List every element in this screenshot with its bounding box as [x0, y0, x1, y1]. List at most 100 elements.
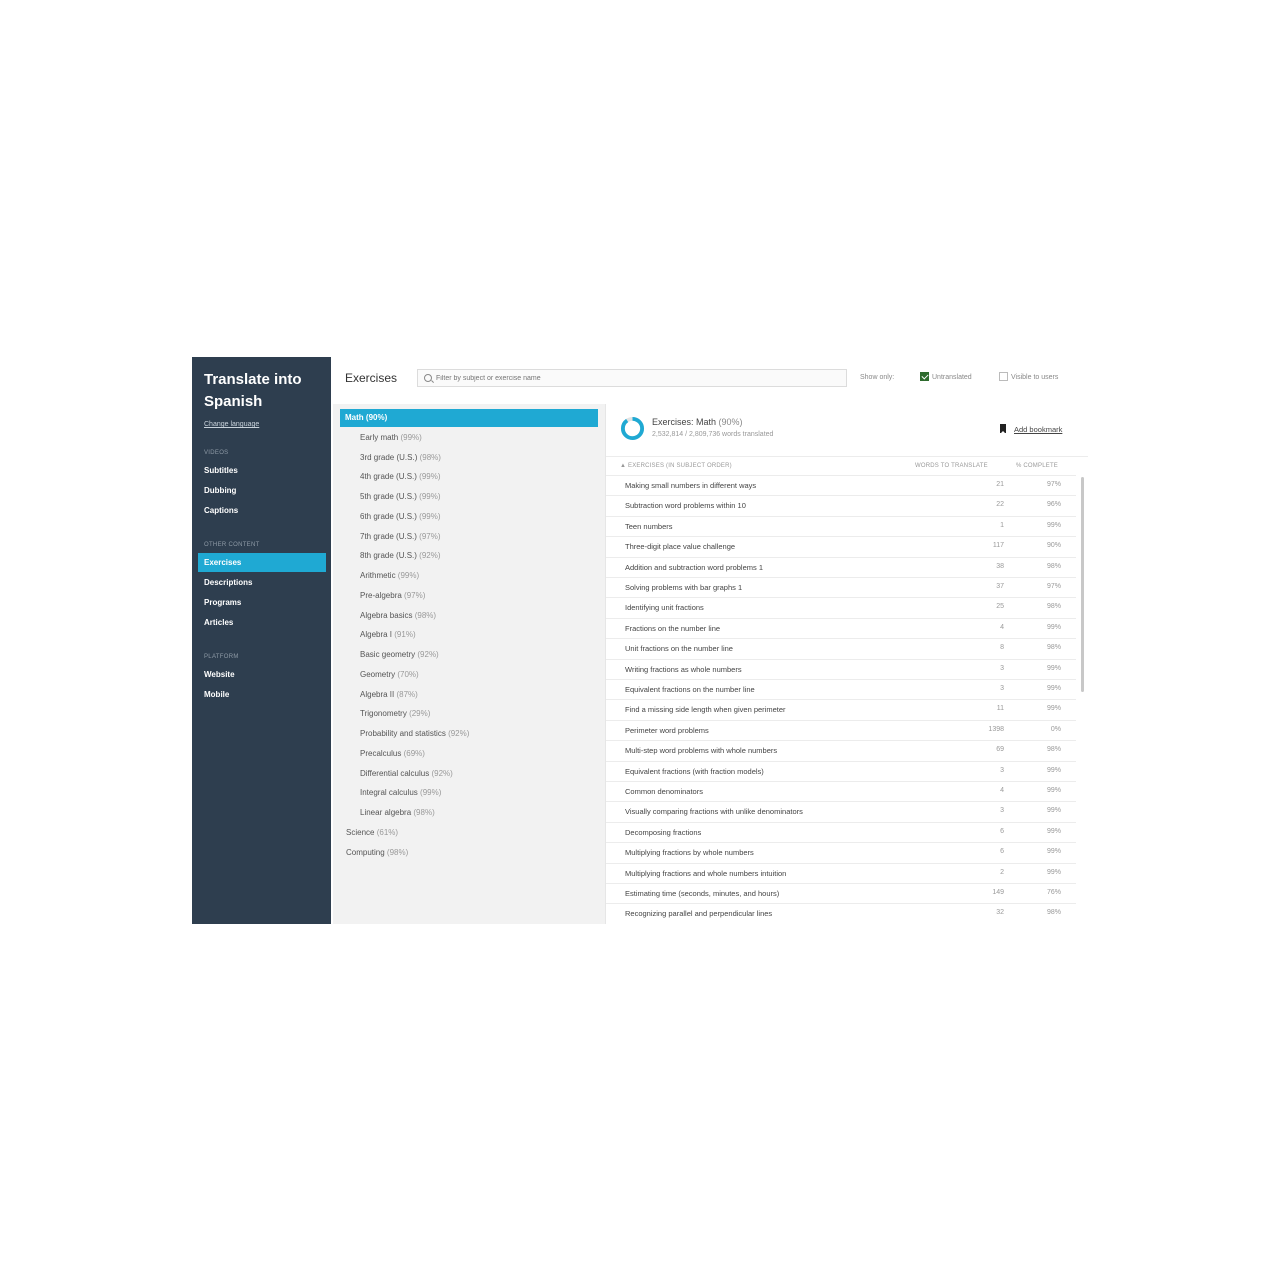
- table-row[interactable]: Teen numbers 1 99%: [606, 515, 1076, 536]
- table-row[interactable]: Estimating time (seconds, minutes, and h…: [606, 883, 1076, 903]
- col-header-words[interactable]: WORDS TO TRANSLATE: [915, 463, 988, 469]
- table-row[interactable]: Common denominators 4 99%: [606, 781, 1076, 801]
- percent-complete: 0%: [1050, 725, 1061, 733]
- table-row[interactable]: Equivalent fractions on the number line 3…: [606, 679, 1076, 699]
- bookmark-icon[interactable]: [1000, 424, 1006, 434]
- subject-pct: (87%): [396, 689, 418, 699]
- table-row[interactable]: Equivalent fractions (with fraction mode…: [606, 760, 1076, 781]
- table-row[interactable]: Multiplying fractions and whole numbers …: [606, 862, 1076, 883]
- table-row[interactable]: Solving problems with bar graphs 1 37 97%: [606, 577, 1076, 597]
- percent-complete: 99%: [1046, 848, 1061, 856]
- page-title: Exercises: [345, 371, 398, 385]
- subject-item[interactable]: 3rd grade (U.S.) (98%): [360, 451, 441, 465]
- visible-to-users-label[interactable]: Visible to users: [1011, 374, 1058, 381]
- subject-pct: (92%): [419, 551, 441, 561]
- subject-name: Probability and statistics: [360, 729, 446, 738]
- words-to-translate: 6: [1000, 827, 1004, 835]
- sidebar-item-subtitles[interactable]: Subtitles: [198, 461, 326, 480]
- percent-complete: 96%: [1046, 501, 1061, 509]
- percent-complete: 99%: [1046, 766, 1061, 774]
- exercise-name: Perimeter word problems: [625, 725, 709, 735]
- words-to-translate: 4: [1000, 623, 1004, 631]
- subject-item[interactable]: Computing (98%): [346, 846, 408, 860]
- sidebar-item-descriptions[interactable]: Descriptions: [198, 573, 326, 592]
- table-row[interactable]: Making small numbers in different ways 21…: [606, 475, 1076, 495]
- table-row[interactable]: Multiplying fractions by whole numbers 6 9…: [606, 842, 1076, 862]
- words-to-translate: 11: [996, 705, 1004, 713]
- change-language-link[interactable]: Change language: [204, 421, 259, 428]
- subject-item[interactable]: Algebra I (91%): [360, 628, 416, 642]
- words-to-translate: 38: [996, 562, 1004, 570]
- table-row[interactable]: Recognizing parallel and perpendicular l…: [606, 903, 1076, 923]
- subject-item[interactable]: Precalculus (69%): [360, 747, 425, 761]
- subject-name: Early math: [360, 432, 399, 442]
- table-row[interactable]: Perimeter word problems 1398 0%: [606, 719, 1076, 740]
- subject-item[interactable]: Math (90%): [340, 409, 598, 427]
- search-input[interactable]: [436, 370, 836, 386]
- words-to-translate: 3: [1000, 807, 1004, 815]
- sidebar-item-programs[interactable]: Programs: [198, 593, 326, 612]
- table-row[interactable]: Addition and subtraction word problems 1…: [606, 556, 1076, 577]
- scrollbar[interactable]: [1081, 477, 1084, 692]
- subject-item[interactable]: Pre-algebra (97%): [360, 589, 425, 603]
- sidebar-item-dubbing[interactable]: Dubbing: [198, 481, 326, 500]
- subject-item[interactable]: 8th grade (U.S.) (92%): [360, 549, 441, 563]
- sidebar-item-articles[interactable]: Articles: [198, 613, 326, 632]
- sidebar-item-exercises[interactable]: Exercises: [198, 553, 326, 572]
- sidebar-item-website[interactable]: Website: [198, 665, 326, 684]
- subject-item[interactable]: Science (61%): [346, 826, 398, 840]
- table-row[interactable]: Multi-step word problems with whole numb…: [606, 740, 1076, 760]
- words-to-translate: 3: [1000, 664, 1004, 672]
- subject-pct: (97%): [404, 590, 426, 600]
- subject-item[interactable]: Early math (99%): [360, 431, 422, 445]
- exercise-name: Teen numbers: [625, 521, 673, 531]
- table-row[interactable]: Writing fractions as whole numbers 3 99%: [606, 658, 1076, 679]
- table-row[interactable]: Visually comparing fractions with unlike…: [606, 801, 1076, 821]
- sidebar-item-mobile[interactable]: Mobile: [198, 685, 326, 704]
- subject-item[interactable]: 5th grade (U.S.) (99%): [360, 490, 441, 504]
- subject-item[interactable]: Trigonometry (29%): [360, 707, 430, 721]
- subject-item[interactable]: Algebra basics (98%): [360, 609, 436, 623]
- subject-pct: (91%): [394, 630, 416, 640]
- percent-complete: 99%: [1046, 705, 1061, 713]
- words-to-translate: 21: [996, 481, 1004, 488]
- words-to-translate: 37: [996, 583, 1004, 590]
- exercise-name: Find a missing side length when given pe…: [625, 705, 786, 715]
- visible-to-users-checkbox[interactable]: [999, 372, 1008, 381]
- subject-item[interactable]: 4th grade (U.S.) (99%): [360, 470, 441, 484]
- search-box[interactable]: [417, 369, 847, 387]
- percent-complete: 76%: [1046, 889, 1061, 896]
- table-row[interactable]: Find a missing side length when given pe…: [606, 699, 1076, 719]
- subject-item[interactable]: Probability and statistics (92%): [360, 727, 469, 741]
- sidebar-item-captions[interactable]: Captions: [198, 501, 326, 520]
- table-row[interactable]: Unit fractions on the number line 8 98%: [606, 638, 1076, 658]
- subject-item[interactable]: Arithmetic (99%): [360, 569, 419, 583]
- exercise-name: Visually comparing fractions with unlike…: [625, 807, 803, 817]
- subject-item[interactable]: 7th grade (U.S.) (97%): [360, 530, 441, 544]
- subject-item[interactable]: Algebra II (87%): [360, 688, 418, 702]
- col-header-exercises[interactable]: ▲ EXERCISES (IN SUBJECT ORDER): [620, 463, 732, 469]
- words-to-translate: 4: [1000, 787, 1004, 794]
- subject-item[interactable]: Linear algebra (98%): [360, 806, 435, 820]
- words-to-translate: 117: [992, 542, 1004, 550]
- table-row[interactable]: Identifying unit fractions 25 98%: [606, 597, 1076, 617]
- subject-item[interactable]: 6th grade (U.S.) (99%): [360, 510, 441, 524]
- exercise-name: Addition and subtraction word problems 1: [625, 562, 763, 572]
- subject-item[interactable]: Geometry (70%): [360, 668, 419, 682]
- subject-name: 3rd grade (U.S.): [360, 452, 418, 462]
- add-bookmark-link[interactable]: Add bookmark: [1014, 425, 1062, 434]
- subject-item[interactable]: Differential calculus (92%): [360, 767, 453, 781]
- col-header-complete[interactable]: % COMPLETE: [1016, 463, 1058, 469]
- subject-item[interactable]: Integral calculus (99%): [360, 786, 441, 800]
- percent-complete: 99%: [1046, 787, 1061, 794]
- table-row[interactable]: Fractions on the number line 4 99%: [606, 617, 1076, 638]
- percent-complete: 99%: [1046, 685, 1061, 692]
- table-row[interactable]: Decomposing fractions 6 99%: [606, 821, 1076, 842]
- words-to-translate: 8: [1000, 644, 1004, 652]
- subject-pct: (92%): [448, 729, 470, 738]
- untranslated-checkbox[interactable]: [920, 372, 929, 381]
- table-row[interactable]: Subtraction word problems within 10 22 96%: [606, 495, 1076, 515]
- subject-item[interactable]: Basic geometry (92%): [360, 648, 439, 662]
- table-row[interactable]: Three-digit place value challenge 117 90%: [606, 536, 1076, 556]
- untranslated-label[interactable]: Untranslated: [932, 374, 972, 381]
